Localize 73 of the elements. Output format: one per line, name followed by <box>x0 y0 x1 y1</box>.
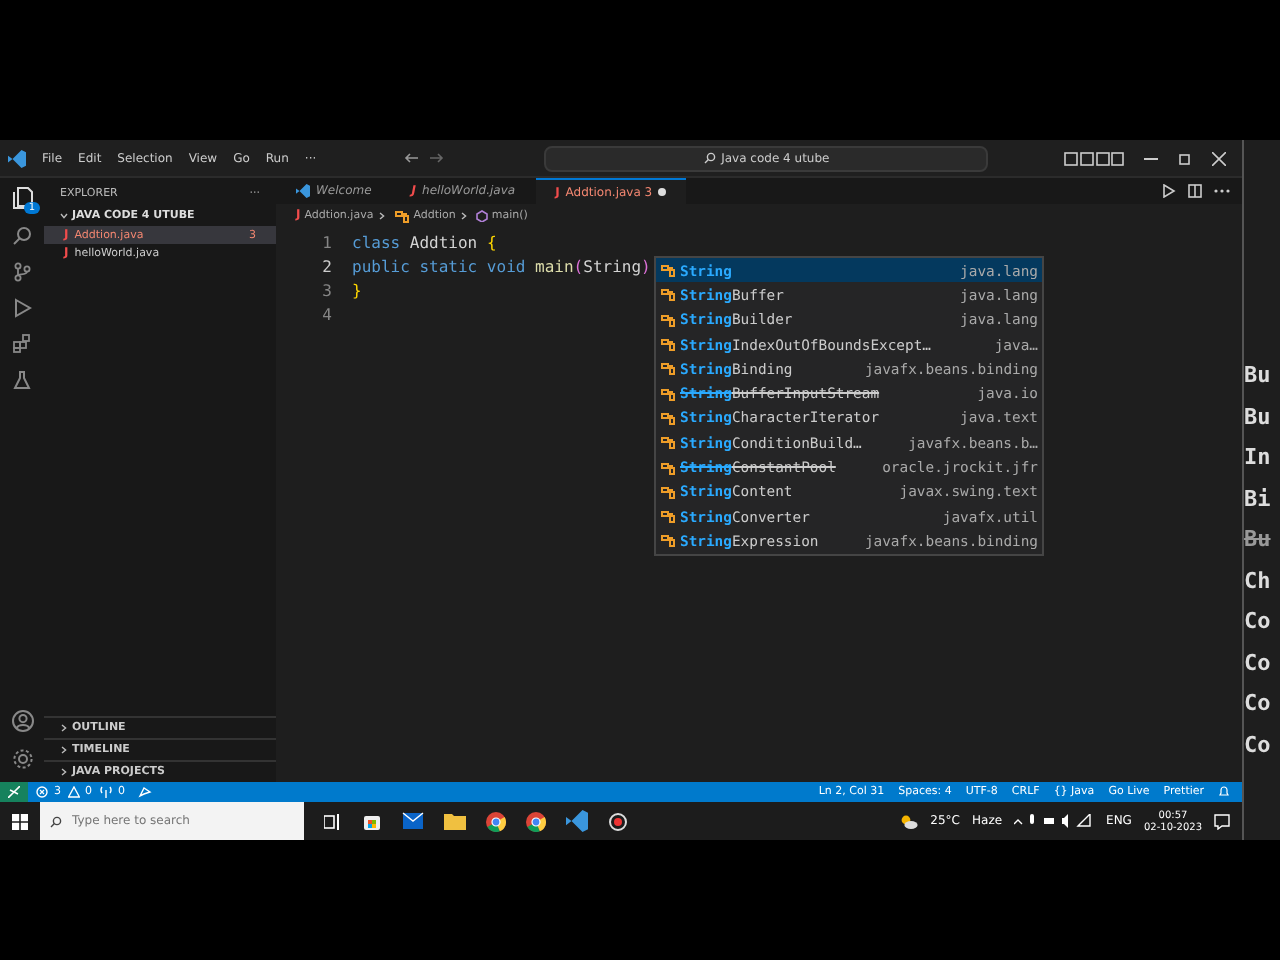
suggestion-fragment: Co <box>1244 647 1273 679</box>
chevron-icon <box>60 768 68 776</box>
search-icon <box>703 152 716 164</box>
tray-icons[interactable] <box>1014 814 1095 828</box>
folder-icon[interactable] <box>444 812 466 830</box>
settings-icon[interactable] <box>11 748 33 770</box>
class-icon <box>660 409 676 426</box>
cube-icon <box>475 209 488 221</box>
task-view-icon[interactable] <box>324 813 342 829</box>
class-icon <box>660 286 676 303</box>
chevron-icon <box>60 724 68 732</box>
flask-icon[interactable] <box>12 370 32 390</box>
remote-button[interactable] <box>0 782 28 802</box>
vscode-logo-icon <box>8 149 26 167</box>
class-icon <box>660 336 676 353</box>
account-icon[interactable] <box>11 710 33 732</box>
chevron-icon <box>60 746 68 754</box>
forward-arrow-icon[interactable] <box>430 152 445 164</box>
code-line: class Addtion { <box>352 233 497 251</box>
class-icon <box>660 532 676 549</box>
chrome-icon[interactable] <box>486 811 506 831</box>
back-arrow-icon[interactable] <box>404 152 419 164</box>
error-icon <box>36 786 48 798</box>
class-icon <box>660 459 676 476</box>
notifications-icon[interactable] <box>1214 813 1231 829</box>
split-editor-icon[interactable] <box>1188 184 1203 198</box>
source-control-icon[interactable] <box>12 262 32 282</box>
class-icon <box>660 385 676 402</box>
suggestion-fragment: Co <box>1244 729 1273 761</box>
windows-logo-icon[interactable] <box>12 813 28 829</box>
store-icon[interactable] <box>362 811 382 831</box>
recorder-icon[interactable] <box>608 811 628 831</box>
suggestion-fragment: In <box>1244 442 1273 474</box>
class-icon <box>660 360 676 377</box>
close-icon[interactable] <box>1212 151 1227 165</box>
suggestion-fragment: Bi <box>1244 483 1273 515</box>
vscode-icon[interactable] <box>566 810 588 832</box>
layout-icon[interactable] <box>1064 151 1125 165</box>
class-icon <box>393 207 410 223</box>
restore-icon[interactable] <box>1178 151 1193 165</box>
suggestion-fragment: Bu <box>1244 401 1273 433</box>
suggestion-fragment: Bu <box>1244 360 1273 392</box>
code-line: } <box>352 281 362 299</box>
run-icon[interactable] <box>1162 184 1177 198</box>
class-icon <box>660 483 676 500</box>
weather-icon <box>900 813 919 829</box>
chrome-icon[interactable] <box>526 811 546 831</box>
code-line: public static void main(String) <box>352 257 651 275</box>
extensions-icon[interactable] <box>12 334 32 354</box>
class-icon <box>660 262 676 279</box>
line-number: 3 <box>320 281 334 299</box>
class-icon <box>660 434 676 451</box>
files-icon[interactable] <box>11 186 33 210</box>
warning-icon <box>67 786 79 798</box>
mail-icon[interactable] <box>402 812 424 830</box>
line-number: 4 <box>320 305 334 323</box>
more-icon[interactable] <box>1214 188 1231 194</box>
line-number: 2 <box>320 257 334 275</box>
vscode-icon <box>296 184 310 198</box>
run-debug-icon[interactable] <box>12 298 32 318</box>
chevron-icon <box>60 212 68 220</box>
suggestion-fragment: Co <box>1244 688 1273 720</box>
line-number: 1 <box>320 233 334 251</box>
class-icon <box>660 508 676 525</box>
suggestion-fragment: Bu <box>1244 524 1273 556</box>
live-share-icon[interactable] <box>137 786 151 798</box>
suggestion-fragment: Co <box>1244 606 1273 638</box>
antenna-icon <box>100 786 112 798</box>
suggestion-fragment: Ch <box>1244 565 1273 597</box>
bell-icon[interactable] <box>1218 786 1231 798</box>
remote-icon <box>8 786 20 798</box>
search-icon[interactable] <box>12 226 32 246</box>
class-icon <box>660 311 676 328</box>
